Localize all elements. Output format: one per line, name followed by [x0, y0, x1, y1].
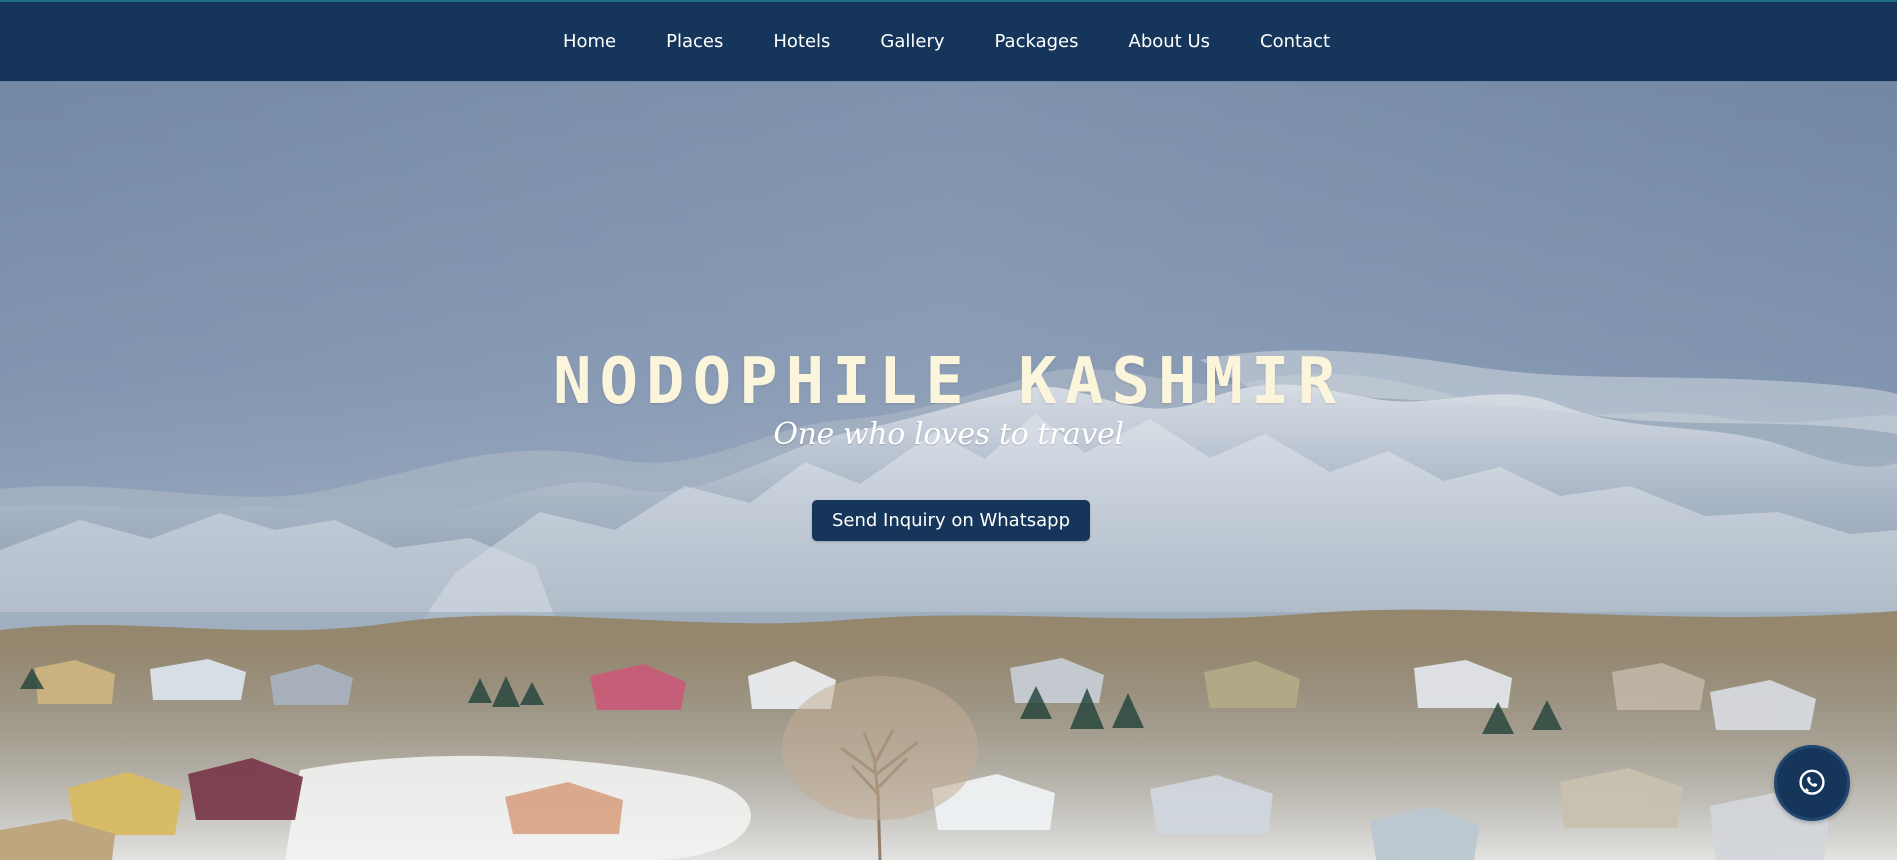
nav-hotels[interactable]: Hotels	[748, 1, 855, 83]
nav-gallery[interactable]: Gallery	[855, 1, 969, 83]
nav-packages[interactable]: Packages	[970, 1, 1104, 83]
whatsapp-floating-button[interactable]	[1774, 745, 1850, 821]
nav-places[interactable]: Places	[641, 1, 748, 83]
nav-contact[interactable]: Contact	[1235, 1, 1355, 83]
tagline: One who loves to travel	[773, 417, 1124, 452]
main-navigation: Home Places Hotels Gallery Packages Abou…	[0, 0, 1897, 82]
hero-section: NODOPHILE KASHMIR One who loves to trave…	[0, 82, 1897, 860]
send-inquiry-whatsapp-button[interactable]: Send Inquiry on Whatsapp	[812, 500, 1090, 541]
hero-background-image	[0, 82, 1897, 860]
whatsapp-icon	[1799, 769, 1825, 795]
site-title: NODOPHILE KASHMIR	[552, 344, 1345, 419]
nav-about-us[interactable]: About Us	[1104, 1, 1236, 83]
nav-list: Home Places Hotels Gallery Packages Abou…	[538, 1, 1355, 83]
nav-home[interactable]: Home	[538, 1, 641, 83]
